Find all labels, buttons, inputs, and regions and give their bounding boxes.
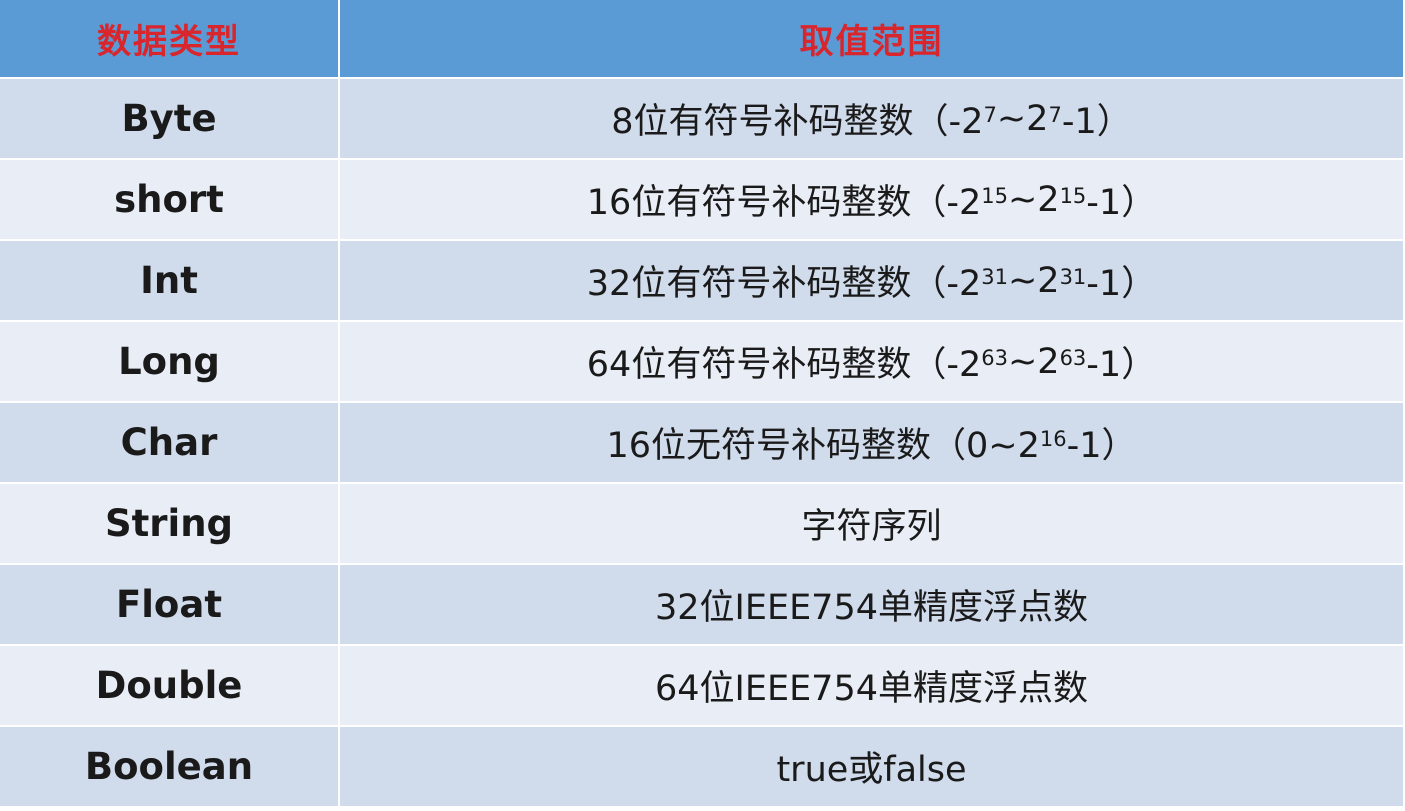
range-prefix: 8位有符号补码整数（-2 bbox=[611, 102, 984, 142]
range-prefix: 16位有符号补码整数（-2 bbox=[586, 183, 982, 223]
range-middle: ~2 bbox=[1007, 341, 1060, 382]
range-middle: ~2 bbox=[996, 98, 1049, 139]
row-range-int: 32位有符号补码整数（-2 31 ~2 31 -1） bbox=[340, 241, 1403, 320]
row-type-string: String bbox=[0, 484, 338, 563]
row-range-long: 64位有符号补码整数（-2 63 ~2 63 -1） bbox=[340, 322, 1403, 401]
row-type-long: Long bbox=[0, 322, 338, 401]
row-range-byte: 8位有符号补码整数（-2 7 ~2 7 -1） bbox=[340, 79, 1403, 158]
range-prefix: 64位有符号补码整数（-2 bbox=[586, 345, 982, 385]
range-suffix: -1） bbox=[1086, 183, 1157, 223]
row-type-byte: Byte bbox=[0, 79, 338, 158]
row-range-double: 64位IEEE754单精度浮点数 bbox=[340, 646, 1403, 725]
row-range-char: 16位无符号补码整数（0~2 16 -1） bbox=[340, 403, 1403, 482]
row-range-float: 32位IEEE754单精度浮点数 bbox=[340, 565, 1403, 644]
data-type-table: 数据类型 取值范围 Byte 8位有符号补码整数（-2 7 ~2 7 -1） short… bbox=[0, 0, 1403, 811]
range-suffix: -1） bbox=[1086, 264, 1157, 304]
range-suffix: -1） bbox=[1066, 426, 1137, 466]
range-middle: ~2 bbox=[1007, 179, 1060, 220]
range-suffix: -1） bbox=[1061, 102, 1132, 142]
row-type-float: Float bbox=[0, 565, 338, 644]
row-type-boolean: Boolean bbox=[0, 727, 338, 806]
row-type-int: Int bbox=[0, 241, 338, 320]
row-type-short: short bbox=[0, 160, 338, 239]
row-range-boolean: true或false bbox=[340, 727, 1403, 806]
row-range-short: 16位有符号补码整数（-2 15 ~2 15 -1） bbox=[340, 160, 1403, 239]
range-prefix: 16位无符号补码整数（0~2 bbox=[606, 426, 1040, 466]
range-middle: ~2 bbox=[1007, 260, 1060, 301]
range-prefix: 32位有符号补码整数（-2 bbox=[586, 264, 982, 304]
range-suffix: -1） bbox=[1086, 345, 1157, 385]
header-type-column: 数据类型 bbox=[0, 0, 338, 77]
row-range-string: 字符序列 bbox=[340, 484, 1403, 563]
row-type-double: Double bbox=[0, 646, 338, 725]
header-range-column: 取值范围 bbox=[340, 0, 1403, 77]
row-type-char: Char bbox=[0, 403, 338, 482]
